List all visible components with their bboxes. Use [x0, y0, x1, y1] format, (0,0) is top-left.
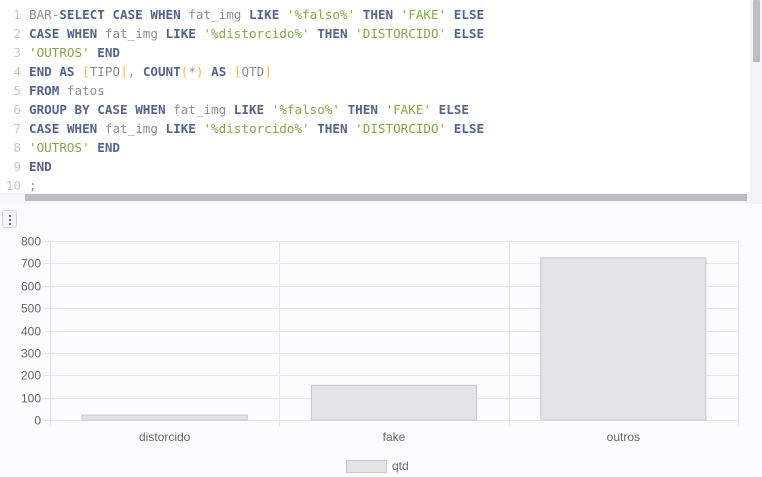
x-tick-label: fake [383, 430, 406, 444]
bar-outros [540, 257, 707, 421]
y-tick-label: 100 [21, 392, 41, 406]
legend-swatch [346, 460, 387, 473]
y-tick-label: 800 [21, 235, 41, 249]
y-tick-label: 700 [21, 257, 41, 271]
y-tick-label: 500 [21, 302, 41, 316]
y-tick-label: 600 [21, 280, 41, 294]
chart-legend: qtd [346, 459, 409, 473]
bar-fake [310, 384, 477, 421]
y-tick-label: 400 [21, 325, 41, 339]
x-tick-label: distorcido [139, 430, 191, 444]
x-tick-label: outros [607, 430, 640, 444]
bar-chart: 0 100 200 300 400 500 600 700 800 distorcido fake o… [21, 235, 739, 473]
bar-distorcido [81, 414, 248, 421]
y-tick-label: 0 [34, 414, 41, 428]
y-tick-label: 300 [21, 347, 41, 361]
y-tick-label: 200 [21, 369, 41, 383]
legend-label: qtd [392, 459, 409, 473]
